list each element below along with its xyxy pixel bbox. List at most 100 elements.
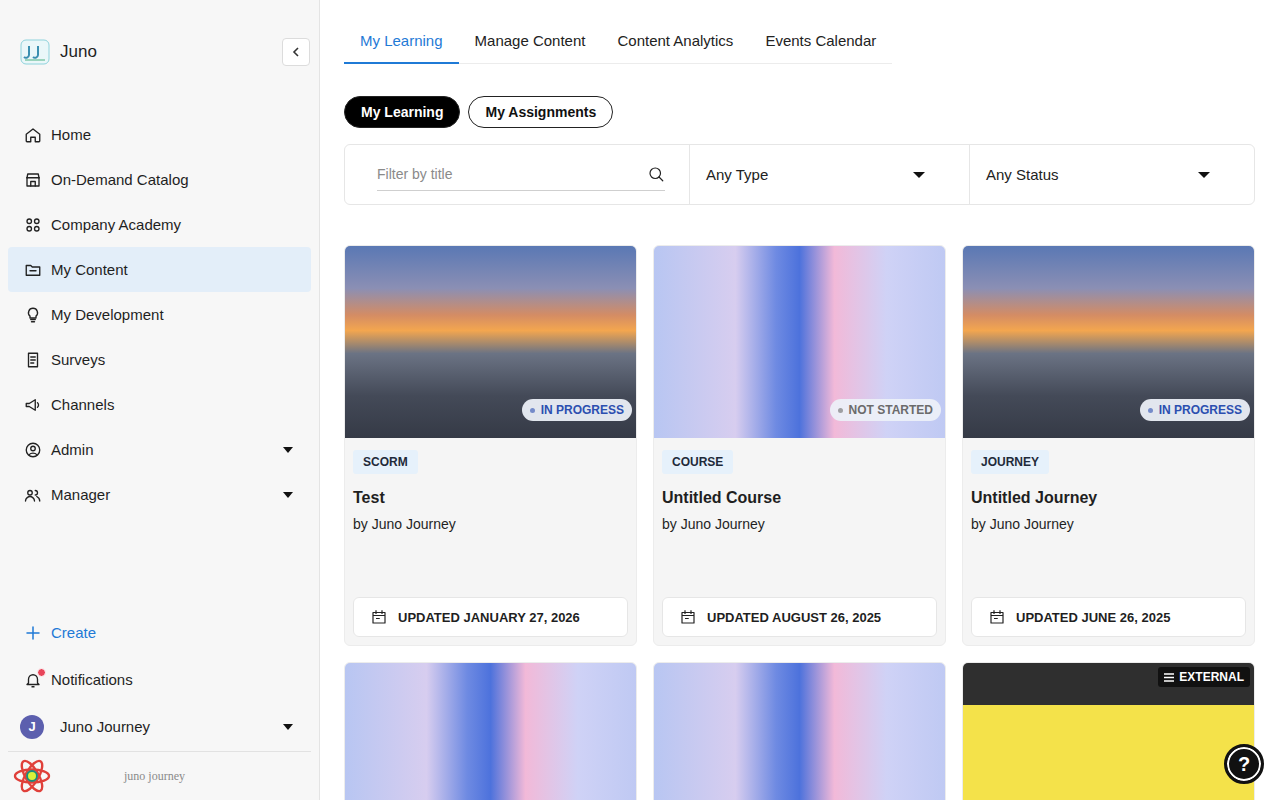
collapse-button[interactable] <box>282 38 310 66</box>
card-body: JOURNEYUntitled Journeyby Juno JourneyUP… <box>963 438 1254 645</box>
notifications-label: Notifications <box>51 671 295 688</box>
sidebar-item-label: Company Academy <box>51 216 295 233</box>
calendar-icon <box>370 608 388 626</box>
tab[interactable]: Manage Content <box>459 18 602 64</box>
caret-down-icon <box>283 723 293 731</box>
main: My LearningManage ContentContent Analyti… <box>320 0 1280 800</box>
create-button[interactable]: Create <box>8 608 311 657</box>
content-card[interactable] <box>653 662 946 800</box>
sidebar-item-label: Manager <box>51 486 283 503</box>
chevron-left-icon <box>290 46 302 58</box>
updated-text: UPDATED JANUARY 27, 2026 <box>398 610 580 625</box>
nav-icon <box>24 261 42 279</box>
sidebar-item[interactable]: Channels <box>8 382 311 427</box>
content-card[interactable]: IN PROGRESS SCORM Test by Juno Journey UPDAT… <box>344 245 637 646</box>
search-icon <box>647 165 665 183</box>
content-card[interactable]: NOT STARTED COURSE Untitled Course by Juno … <box>653 245 946 646</box>
status-dot <box>1148 408 1153 413</box>
search-field <box>377 162 665 191</box>
card-title: Untitled Journey <box>971 488 1097 508</box>
tab[interactable]: Content Analytics <box>601 18 749 64</box>
status-badge: IN PROGRESS <box>522 399 632 421</box>
sidebar-item[interactable]: On-Demand Catalog <box>8 157 311 202</box>
content-card[interactable] <box>344 662 637 800</box>
type-dropdown[interactable]: Any Type <box>689 145 969 204</box>
sidebar-item-label: Admin <box>51 441 283 458</box>
tab-bar: My LearningManage ContentContent Analyti… <box>344 18 892 64</box>
updated-text: UPDATED JUNE 26, 2025 <box>1016 610 1170 625</box>
sidebar-item-label: Surveys <box>51 351 295 368</box>
sidebar-item-label: Channels <box>51 396 295 413</box>
sidebar-footer: juno journey <box>8 751 311 800</box>
user-name: Juno Journey <box>60 718 283 735</box>
notifications-item[interactable]: Notifications <box>8 657 311 702</box>
nav-icon <box>24 486 42 504</box>
status-value: Any Status <box>986 166 1059 183</box>
search-cell <box>345 145 689 204</box>
nav-icon <box>24 171 42 189</box>
updated-box: UPDATED JANUARY 27, 2026 <box>353 597 628 637</box>
search-input[interactable] <box>377 162 647 186</box>
brand: Juno <box>0 0 319 72</box>
caret-down-icon <box>283 491 293 499</box>
status-dropdown[interactable]: Any Status <box>969 145 1254 204</box>
pill-group: My LearningMy Assignments <box>344 96 1255 128</box>
sidebar-item[interactable]: Home <box>8 112 311 157</box>
pill-button[interactable]: My Learning <box>344 96 460 128</box>
card-title: Untitled Course <box>662 488 781 508</box>
menu-icon <box>1164 673 1174 682</box>
content-card[interactable]: EXTERNAL <box>962 662 1255 800</box>
card-author: by Juno Journey <box>971 514 1074 534</box>
sidebar-item[interactable]: Surveys <box>8 337 311 382</box>
card-author: by Juno Journey <box>662 514 765 534</box>
card-cover: EXTERNAL <box>963 663 1254 800</box>
create-label: Create <box>51 624 295 641</box>
external-badge: EXTERNAL <box>1158 667 1250 687</box>
caret-down-icon <box>1198 171 1210 179</box>
card-cover: IN PROGRESS <box>345 246 636 438</box>
sidebar-item[interactable]: Company Academy <box>8 202 311 247</box>
sidebar-item-label: My Content <box>51 261 295 278</box>
type-tag: COURSE <box>662 450 733 474</box>
sidebar-item[interactable]: Admin <box>8 427 311 472</box>
card-cover <box>345 663 636 800</box>
caret-down-icon <box>913 171 925 179</box>
card-title: Test <box>353 488 385 508</box>
content-grid: IN PROGRESS SCORM Test by Juno Journey UPDAT… <box>344 245 1255 800</box>
updated-box: UPDATED JUNE 26, 2025 <box>971 597 1246 637</box>
sidebar-item-label: On-Demand Catalog <box>51 171 295 188</box>
plus-icon <box>24 624 42 642</box>
status-badge: IN PROGRESS <box>1140 399 1250 421</box>
status-badge: NOT STARTED <box>830 399 941 421</box>
unread-dot <box>37 668 46 677</box>
status-dot <box>838 408 843 413</box>
content-card[interactable]: IN PROGRESSJOURNEYUntitled Journeyby Jun… <box>962 245 1255 646</box>
type-value: Any Type <box>706 166 768 183</box>
card-cover <box>654 663 945 800</box>
sidebar-item[interactable]: Manager <box>8 472 311 517</box>
nav-icon <box>24 441 42 459</box>
filter-bar: Any Type Any Status <box>344 144 1255 205</box>
updated-text: UPDATED AUGUST 26, 2025 <box>707 610 881 625</box>
app: Juno Home On-Demand Catalog Company Academy… <box>0 0 1280 800</box>
type-tag: SCORM <box>353 450 418 474</box>
tab[interactable]: My Learning <box>344 18 459 64</box>
pill-button[interactable]: My Assignments <box>468 96 613 128</box>
tab[interactable]: Events Calendar <box>749 18 892 64</box>
help-button[interactable]: ? <box>1224 744 1264 784</box>
sidebar-item-label: Home <box>51 126 295 143</box>
user-menu[interactable]: J Juno Journey <box>8 702 311 751</box>
card-author: by Juno Journey <box>353 514 456 534</box>
updated-box: UPDATED AUGUST 26, 2025 <box>662 597 937 637</box>
bell-wrap <box>24 671 42 689</box>
card-body: SCORM Test by Juno Journey UPDATED JANUARY … <box>345 438 636 645</box>
user-avatar: J <box>20 715 44 739</box>
card-body: COURSE Untitled Course by Juno Journey UPDA… <box>654 438 945 645</box>
sidebar-item-label: My Development <box>51 306 295 323</box>
caret-down-icon <box>283 446 293 454</box>
nav-icon <box>24 126 42 144</box>
brand-name: Juno <box>60 42 282 62</box>
sidebar-item[interactable]: My Content <box>8 247 311 292</box>
sidebar-nav: Home On-Demand Catalog Company Academy My C… <box>0 112 319 517</box>
sidebar-item[interactable]: My Development <box>8 292 311 337</box>
